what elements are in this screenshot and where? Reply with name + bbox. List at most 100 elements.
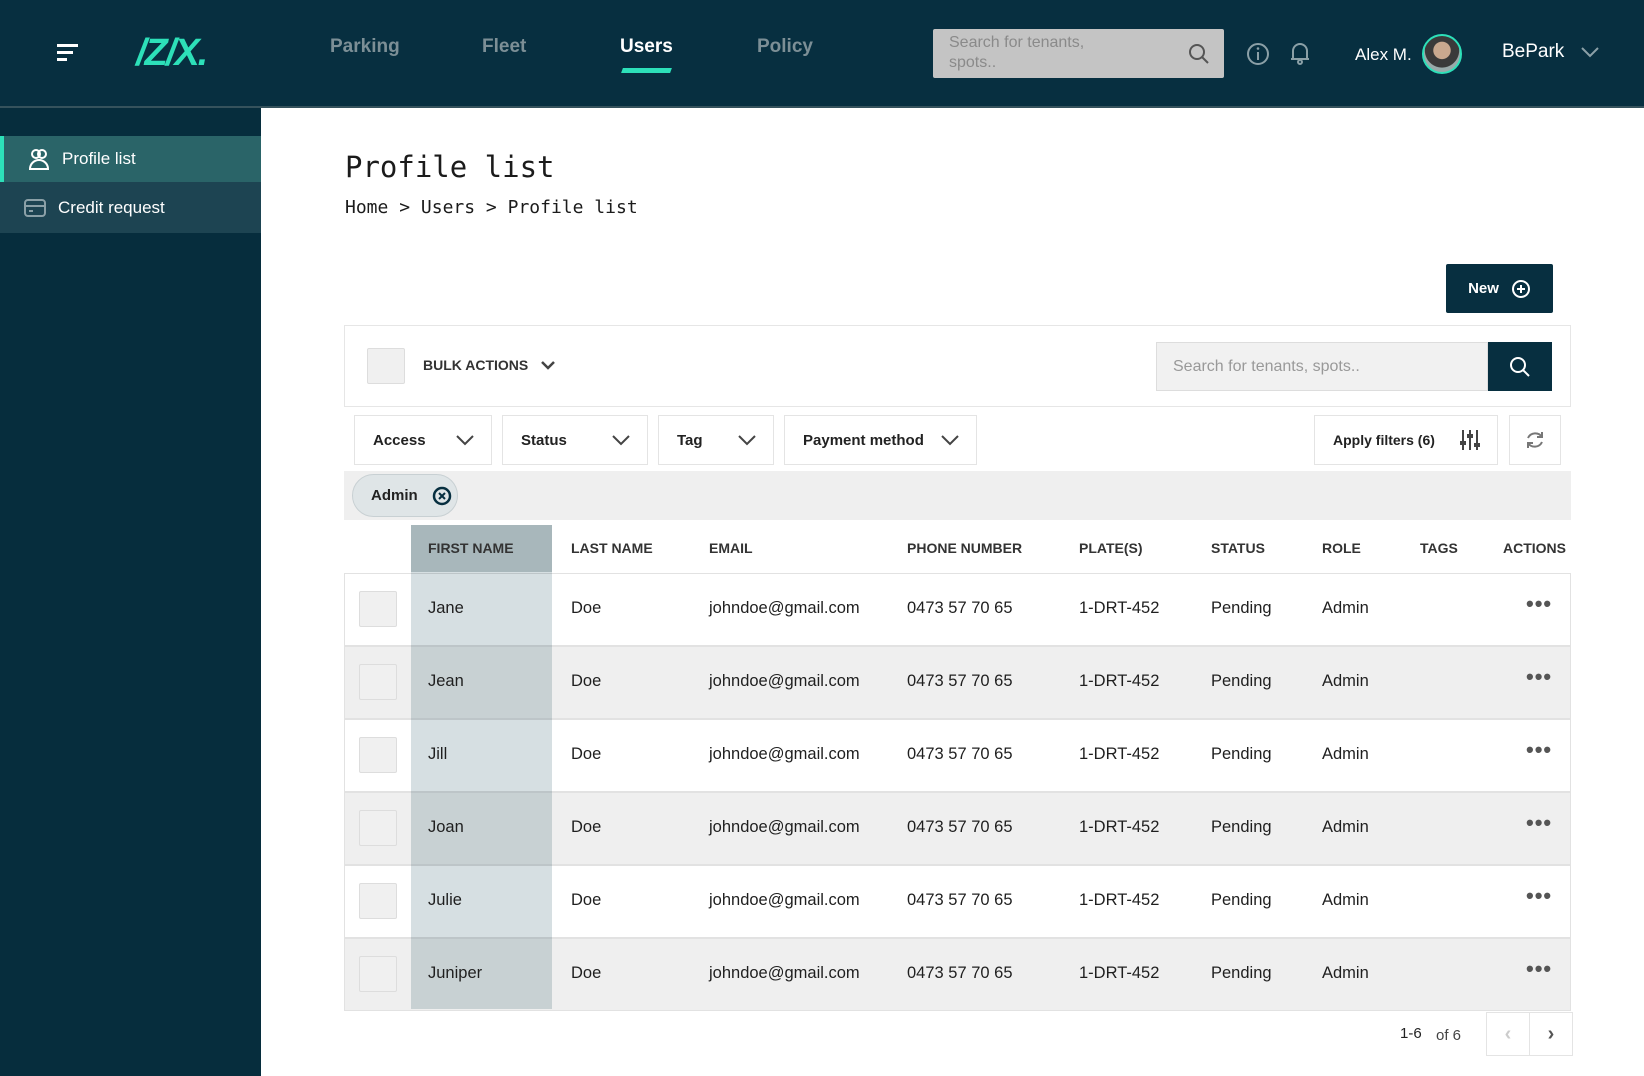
more-actions-icon[interactable]: ••• <box>1526 737 1552 763</box>
chevron-left-icon: ‹ <box>1504 1022 1512 1045</box>
next-page-button[interactable]: › <box>1529 1012 1573 1056</box>
cell-email: johndoe@gmail.com <box>709 599 860 617</box>
cell-first-name: Jane <box>428 599 464 617</box>
row-checkbox[interactable] <box>359 737 397 773</box>
org-name[interactable]: BePark <box>1502 41 1564 63</box>
avatar[interactable] <box>1422 34 1462 74</box>
column-header[interactable]: TAGS <box>1420 540 1458 556</box>
filter-chip-admin[interactable]: Admin <box>352 474 458 517</box>
chip-label: Admin <box>371 487 418 504</box>
cell-status: Pending <box>1211 891 1272 909</box>
top-header: /Z/X. Parking Fleet Users Policy Search … <box>0 0 1644 108</box>
cell-first-name: Jean <box>428 672 464 690</box>
first-name-column-highlight <box>411 525 552 1009</box>
cell-email: johndoe@gmail.com <box>709 818 860 836</box>
cell-plate-s: 1-DRT-452 <box>1079 745 1160 763</box>
sidebar-item-label: Profile list <box>62 149 136 168</box>
cell-phone-number: 0473 57 70 65 <box>907 745 1013 763</box>
filter-access[interactable]: Access <box>354 415 492 465</box>
search-button[interactable] <box>1488 342 1552 391</box>
chevron-down-icon[interactable] <box>1580 46 1600 58</box>
logo[interactable]: /Z/X. <box>136 32 208 75</box>
cell-plate-s: 1-DRT-452 <box>1079 818 1160 836</box>
row-checkbox[interactable] <box>359 956 397 992</box>
cell-plate-s: 1-DRT-452 <box>1079 891 1160 909</box>
search-icon[interactable] <box>1188 43 1210 65</box>
bulk-actions-dropdown[interactable]: BULK ACTIONS <box>423 357 556 373</box>
cell-phone-number: 0473 57 70 65 <box>907 672 1013 690</box>
chevron-right-icon: › <box>1547 1022 1555 1045</box>
cell-status: Pending <box>1211 964 1272 982</box>
nav-users[interactable]: Users <box>620 36 673 58</box>
bell-icon[interactable] <box>1288 40 1312 66</box>
nav-fleet[interactable]: Fleet <box>482 36 526 58</box>
more-actions-icon[interactable]: ••• <box>1526 810 1552 836</box>
breadcrumb-separator: > <box>485 197 497 218</box>
info-icon[interactable] <box>1246 42 1270 66</box>
sidebar-item-credit-request[interactable]: Credit request <box>0 182 261 233</box>
column-header[interactable]: ACTIONS <box>1503 540 1566 556</box>
prev-page-button[interactable]: ‹ <box>1486 1012 1530 1056</box>
chevron-down-icon <box>612 435 630 446</box>
cell-last-name: Doe <box>571 672 602 690</box>
page-title: Profile list <box>345 150 555 184</box>
cell-role: Admin <box>1322 891 1369 909</box>
column-header[interactable]: LAST NAME <box>571 540 653 556</box>
more-actions-icon[interactable]: ••• <box>1526 883 1552 909</box>
cell-phone-number: 0473 57 70 65 <box>907 599 1013 617</box>
filter-payment-method[interactable]: Payment method <box>784 415 977 465</box>
breadcrumb-separator: > <box>399 197 411 218</box>
more-actions-icon[interactable]: ••• <box>1526 664 1552 690</box>
remove-chip-icon[interactable] <box>432 486 452 506</box>
row-checkbox[interactable] <box>359 591 397 627</box>
select-all-checkbox[interactable] <box>367 348 405 384</box>
filter-label: Tag <box>677 431 703 449</box>
column-header[interactable]: PLATE(S) <box>1079 540 1143 556</box>
new-button[interactable]: New <box>1446 264 1553 313</box>
cell-first-name: Juniper <box>428 964 483 982</box>
reset-filters-button[interactable] <box>1509 415 1561 465</box>
column-header[interactable]: FIRST NAME <box>428 540 514 556</box>
sliders-icon <box>1460 430 1480 450</box>
filter-label: Access <box>373 431 426 449</box>
cell-last-name: Doe <box>571 818 602 836</box>
filter-status[interactable]: Status <box>502 415 648 465</box>
cell-role: Admin <box>1322 599 1369 617</box>
row-checkbox[interactable] <box>359 664 397 700</box>
row-checkbox[interactable] <box>359 810 397 846</box>
breadcrumb-home[interactable]: Home <box>345 197 388 218</box>
pagination-total: of 6 <box>1436 1027 1462 1044</box>
search-placeholder: Search for tenants, spots.. <box>949 34 1085 71</box>
filter-tag[interactable]: Tag <box>658 415 774 465</box>
sidebar: Profile list Credit request <box>0 108 261 1076</box>
breadcrumb-current: Profile list <box>507 197 638 218</box>
breadcrumb-users[interactable]: Users <box>421 197 475 218</box>
cell-status: Pending <box>1211 745 1272 763</box>
column-header[interactable]: STATUS <box>1211 540 1265 556</box>
apply-filters-button[interactable]: Apply filters (6) <box>1314 415 1498 465</box>
cell-status: Pending <box>1211 672 1272 690</box>
search-icon <box>1510 356 1530 377</box>
column-header[interactable]: EMAIL <box>709 540 753 556</box>
menu-icon[interactable] <box>57 44 78 61</box>
bulk-actions-label: BULK ACTIONS <box>423 357 529 373</box>
filter-label: Payment method <box>803 431 924 449</box>
column-header[interactable]: ROLE <box>1322 540 1361 556</box>
nav-policy[interactable]: Policy <box>757 36 813 58</box>
new-button-label: New <box>1468 280 1499 297</box>
cell-first-name: Julie <box>428 891 462 909</box>
cell-status: Pending <box>1211 818 1272 836</box>
breadcrumb: Home > Users > Profile list <box>345 197 638 218</box>
row-checkbox[interactable] <box>359 883 397 919</box>
header-search-input[interactable]: Search for tenants, spots.. <box>933 29 1224 78</box>
column-header[interactable]: PHONE NUMBER <box>907 540 1022 556</box>
cell-email: johndoe@gmail.com <box>709 745 860 763</box>
plus-circle-icon <box>1511 279 1530 298</box>
chevron-down-icon <box>541 361 556 370</box>
more-actions-icon[interactable]: ••• <box>1526 956 1552 982</box>
nav-parking[interactable]: Parking <box>330 36 400 58</box>
table-search-input[interactable]: Search for tenants, spots.. <box>1156 342 1488 391</box>
user-name[interactable]: Alex M. <box>1355 45 1412 65</box>
more-actions-icon[interactable]: ••• <box>1526 591 1552 617</box>
sidebar-item-profile-list[interactable]: Profile list <box>0 136 261 182</box>
